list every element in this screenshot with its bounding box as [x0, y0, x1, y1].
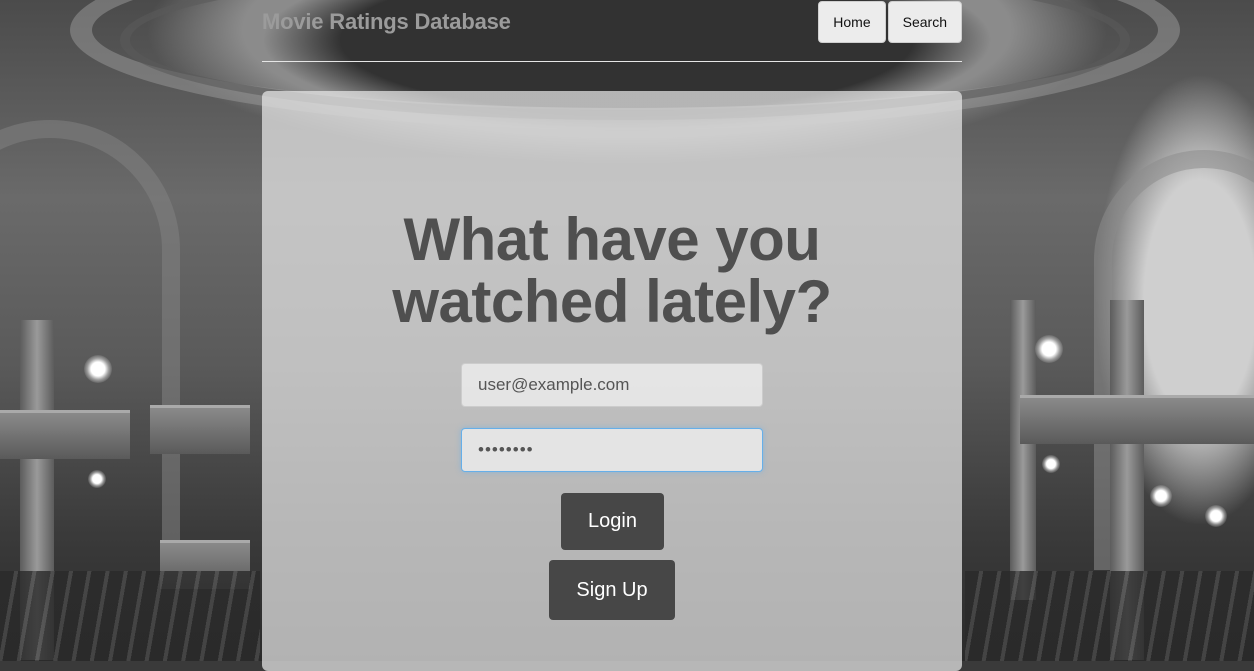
page-headline: What have you watched lately?: [262, 209, 962, 333]
headline-line-1: What have you: [403, 206, 821, 273]
email-field[interactable]: [461, 363, 763, 407]
headline-line-2: watched lately?: [392, 268, 832, 335]
nav-bar: Home Search: [818, 1, 962, 43]
top-header: Movie Ratings Database Home Search: [262, 0, 962, 62]
sign-up-button[interactable]: Sign Up: [549, 560, 675, 620]
password-field[interactable]: [461, 428, 763, 472]
brand-title[interactable]: Movie Ratings Database: [262, 9, 511, 35]
login-button[interactable]: Login: [561, 493, 664, 550]
home-button[interactable]: Home: [818, 1, 886, 43]
search-button[interactable]: Search: [887, 1, 962, 43]
login-panel: What have you watched lately? Login Sign…: [262, 91, 962, 671]
